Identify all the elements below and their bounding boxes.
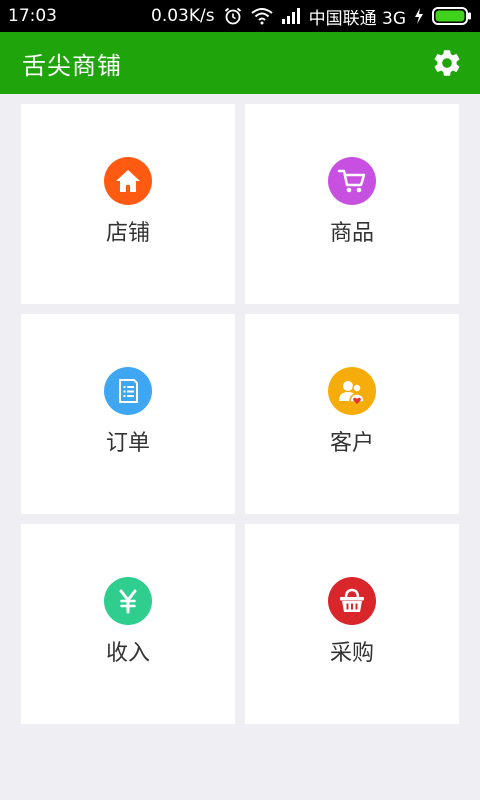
carrier-label: 中国联通 3G [308, 8, 406, 29]
customers-icon [328, 367, 376, 415]
home-icon [104, 157, 152, 205]
document-list-icon [104, 367, 152, 415]
tile-label: 商品 [329, 221, 374, 246]
wifi-icon [250, 7, 273, 25]
tile-label: 收入 [105, 641, 150, 666]
tile-customers[interactable]: 客户 [245, 314, 459, 514]
tile-orders[interactable]: 订单 [21, 314, 235, 514]
basket-icon [328, 577, 376, 625]
tile-label: 采购 [329, 641, 374, 666]
yuan-icon [104, 577, 152, 625]
signal-icon [281, 8, 301, 24]
battery-icon [432, 7, 472, 25]
menu-grid: 店铺 商品 订单 客户 收入 采购 [21, 104, 459, 724]
settings-button[interactable] [430, 46, 464, 80]
tile-label: 店铺 [105, 221, 150, 246]
status-time: 17:03 [8, 6, 57, 26]
app-title: 舌尖商铺 [22, 51, 122, 80]
status-bar: 17:03 0.03K/s 中国联通 3G [0, 0, 480, 32]
tile-income[interactable]: 收入 [21, 524, 235, 724]
app-bar: 舌尖商铺 [0, 32, 480, 94]
charging-icon [414, 8, 424, 24]
tile-purchasing[interactable]: 采购 [245, 524, 459, 724]
shopping-cart-icon [328, 157, 376, 205]
alarm-icon [223, 6, 243, 26]
tile-store[interactable]: 店铺 [21, 104, 235, 304]
gear-icon [434, 50, 460, 76]
tile-label: 订单 [105, 431, 150, 456]
network-speed: 0.03K/s [151, 6, 215, 26]
tile-label: 客户 [329, 431, 374, 456]
tile-products[interactable]: 商品 [245, 104, 459, 304]
